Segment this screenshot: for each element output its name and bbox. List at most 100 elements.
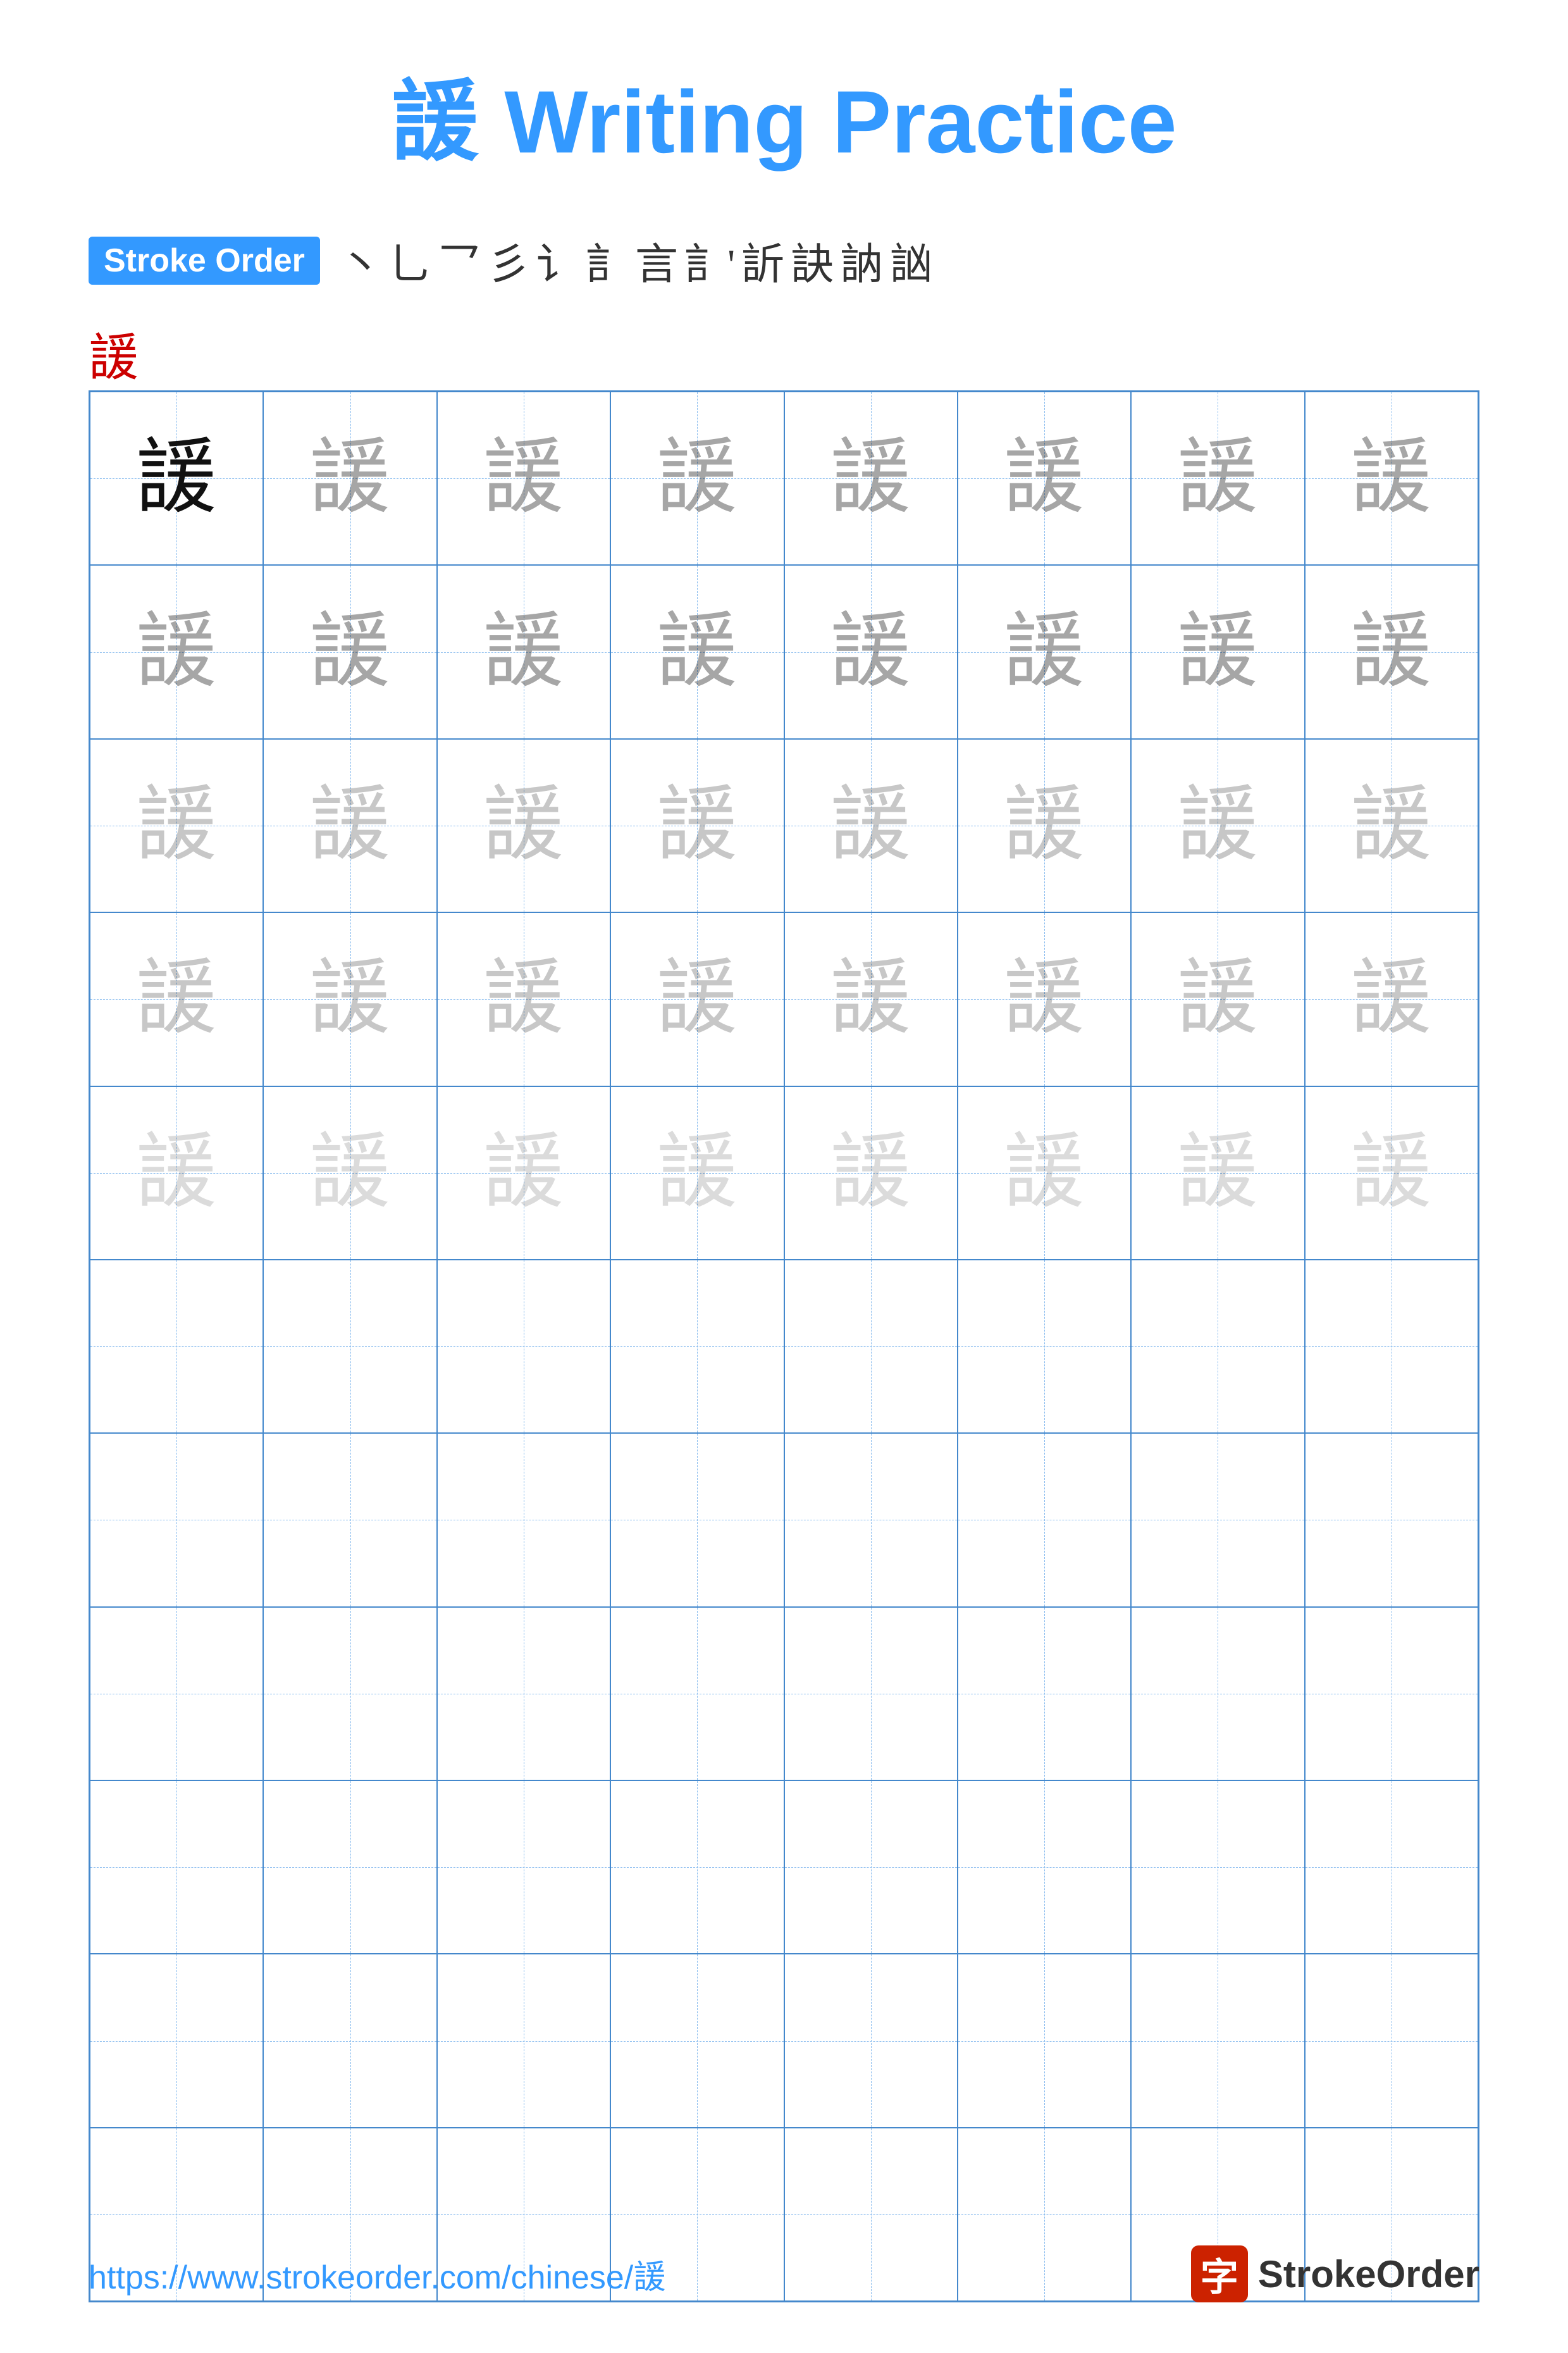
grid-cell [90, 1433, 263, 1606]
grid-cell [610, 1954, 784, 2127]
practice-char: 諼 [1176, 1132, 1259, 1214]
grid-cell [437, 1780, 610, 1954]
grid-cell [90, 1607, 263, 1780]
practice-char: 諼 [483, 611, 565, 693]
grid-cell: 諼 [437, 392, 610, 565]
grid-cell: 諼 [263, 565, 436, 738]
grid-cell [958, 1433, 1131, 1606]
grid-cell: 諼 [610, 392, 784, 565]
brand-text: StrokeOrder [1258, 2252, 1479, 2296]
practice-char: 諼 [309, 785, 392, 867]
grid-cell: 諼 [958, 1086, 1131, 1260]
grid-cell: 諼 [610, 912, 784, 1086]
practice-char: 諼 [135, 1132, 218, 1214]
stroke-step-7: 言 [635, 229, 678, 292]
practice-char: 諼 [1003, 785, 1085, 867]
grid-cell [263, 1433, 436, 1606]
stroke-step-2: ⺃ [388, 229, 431, 292]
grid-cell [958, 1780, 1131, 1954]
practice-char: 諼 [483, 958, 565, 1040]
grid-cell: 諼 [610, 1086, 784, 1260]
practice-char: 諼 [1350, 611, 1433, 693]
grid-cell: 諼 [784, 392, 958, 565]
practice-char: 諼 [830, 785, 912, 867]
grid-cell [263, 1607, 436, 1780]
grid-cell [610, 1780, 784, 1954]
grid-cell [1131, 1954, 1304, 2127]
practice-char: 諼 [483, 785, 565, 867]
grid-cell: 諼 [958, 739, 1131, 912]
practice-char: 諼 [656, 958, 738, 1040]
grid-cell: 諼 [1131, 1086, 1304, 1260]
grid-cell [263, 1954, 436, 2127]
grid-cell: 諼 [90, 1086, 263, 1260]
practice-char: 諼 [135, 785, 218, 867]
practice-char: 諼 [1003, 958, 1085, 1040]
grid-cell [784, 1260, 958, 1433]
stroke-step-11: 訥 [840, 229, 883, 292]
grid-cell [437, 1433, 610, 1606]
grid-cell [1131, 1780, 1304, 1954]
practice-char: 諼 [1176, 958, 1259, 1040]
practice-char: 諼 [309, 958, 392, 1040]
grid-cell [1131, 1260, 1304, 1433]
stroke-step-1: 丶 [339, 229, 382, 292]
grid-cell [1305, 1607, 1478, 1780]
practice-char: 諼 [830, 1132, 912, 1214]
practice-char: 諼 [1176, 437, 1259, 519]
practice-char: 諼 [309, 611, 392, 693]
stroke-step-8: 訁' [684, 229, 735, 292]
grid-cell: 諼 [437, 912, 610, 1086]
grid-cell: 諼 [437, 1086, 610, 1260]
grid-cell: 諼 [1131, 392, 1304, 565]
stroke-final-char: 諼 [89, 317, 1479, 390]
grid-cell [958, 1954, 1131, 2127]
grid-cell [90, 1260, 263, 1433]
grid-cell: 諼 [784, 1086, 958, 1260]
grid-cell: 諼 [610, 739, 784, 912]
grid-cell [784, 1607, 958, 1780]
page: 諼 Writing Practice Stroke Order 丶 ⺃ ⺂ 彡 … [0, 0, 1568, 2353]
footer-url[interactable]: https://www.strokeorder.com/chinese/諼 [89, 2251, 666, 2298]
grid-cell [437, 1954, 610, 2127]
practice-char: 諼 [1176, 785, 1259, 867]
stroke-order-section: Stroke Order 丶 ⺃ ⺂ 彡 讠 訁 言 訁' 訢 訣 訥 訩 [89, 229, 1479, 292]
grid-cell: 諼 [90, 565, 263, 738]
grid-cell: 諼 [1305, 1086, 1478, 1260]
stroke-step-12: 訩 [889, 229, 932, 292]
grid-cell: 諼 [958, 565, 1131, 738]
grid-cell: 諼 [263, 739, 436, 912]
stroke-step-3: ⺂ [438, 229, 481, 292]
practice-char: 諼 [1350, 958, 1433, 1040]
footer-brand: 字 StrokeOrder [1191, 2245, 1479, 2302]
practice-char: 諼 [830, 437, 912, 519]
grid-cell: 諼 [958, 392, 1131, 565]
practice-char: 諼 [1003, 437, 1085, 519]
stroke-step-10: 訣 [791, 229, 834, 292]
grid-cell [437, 1260, 610, 1433]
stroke-step-4: 彡 [487, 229, 530, 292]
grid-cell: 諼 [1131, 912, 1304, 1086]
grid-cell [1131, 1433, 1304, 1606]
grid-cell [1305, 1433, 1478, 1606]
stroke-step-5: 讠 [536, 229, 579, 292]
grid-cell: 諼 [90, 739, 263, 912]
grid-cell: 諼 [437, 565, 610, 738]
grid-cell: 諼 [784, 565, 958, 738]
practice-char: 諼 [656, 1132, 738, 1214]
practice-char: 諼 [1003, 1132, 1085, 1214]
practice-char: 諼 [309, 437, 392, 519]
practice-char: 諼 [309, 1132, 392, 1214]
stroke-sequence: 丶 ⺃ ⺂ 彡 讠 訁 言 訁' 訢 訣 訥 訩 [339, 229, 932, 292]
grid-cell: 諼 [1305, 565, 1478, 738]
grid-cell: 諼 [90, 392, 263, 565]
grid-cell: 諼 [263, 1086, 436, 1260]
grid-cell [784, 1954, 958, 2127]
practice-char: 諼 [1350, 785, 1433, 867]
grid-cell [1305, 1954, 1478, 2127]
practice-char: 諼 [656, 785, 738, 867]
practice-char: 諼 [656, 611, 738, 693]
grid-cell: 諼 [784, 739, 958, 912]
practice-char: 諼 [483, 1132, 565, 1214]
practice-char: 諼 [830, 611, 912, 693]
